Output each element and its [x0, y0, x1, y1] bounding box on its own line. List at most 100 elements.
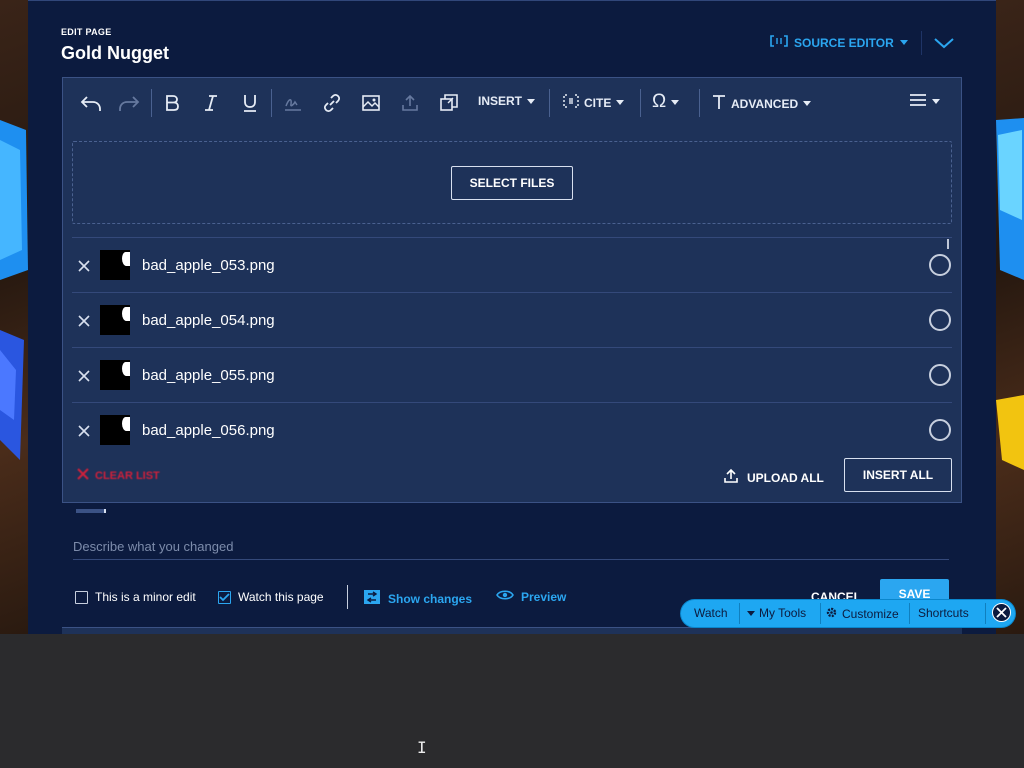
watch-page-label: Watch this page	[238, 590, 324, 604]
remove-file-icon[interactable]	[78, 259, 90, 272]
upload-icon	[723, 468, 739, 487]
image-icon[interactable]	[359, 91, 383, 115]
clear-list-label: CLEAR LIST	[95, 469, 160, 482]
gear-icon	[825, 606, 838, 622]
file-name: bad_apple_055.png	[142, 366, 275, 384]
source-brackets-icon	[770, 35, 788, 50]
file-list: bad_apple_053.png bad_apple_054.png bad_ap…	[72, 237, 952, 446]
desktop-background	[0, 634, 1024, 768]
upload-status-icon	[929, 309, 951, 331]
omega-icon: Ω	[652, 91, 667, 112]
shortcuts-button[interactable]: Shortcuts	[918, 606, 969, 620]
gallery-icon[interactable]	[437, 91, 461, 115]
file-thumbnail	[100, 250, 130, 280]
floating-toolbar-divider	[909, 603, 910, 624]
file-name: bad_apple_053.png	[142, 256, 275, 274]
collapse-chevron-icon[interactable]	[932, 33, 956, 53]
toolbar-divider	[549, 89, 550, 117]
insert-menu[interactable]: INSERT	[478, 94, 536, 108]
special-characters-menu[interactable]: Ω	[652, 91, 680, 113]
remove-file-icon[interactable]	[78, 314, 90, 327]
select-files-button[interactable]: SELECT FILES	[451, 166, 573, 200]
hidden-control-edge	[76, 509, 106, 513]
menu-icon	[909, 93, 927, 110]
chevron-down-icon	[803, 101, 812, 106]
edit-panel: EDIT PAGE Gold Nugget SOURCE EDITOR INSE…	[28, 0, 996, 636]
watch-button[interactable]: Watch	[694, 606, 728, 620]
minor-edit-checkbox[interactable]	[75, 590, 88, 604]
background-art-right	[996, 0, 1024, 634]
minor-edit-label: This is a minor edit	[95, 590, 196, 604]
link-icon[interactable]	[320, 91, 344, 115]
upload-all-label: UPLOAD ALL	[747, 470, 824, 485]
chevron-down-icon	[671, 99, 680, 105]
page-title: Gold Nugget	[61, 43, 169, 63]
edit-summary-input[interactable]	[73, 533, 949, 560]
page-options-menu[interactable]	[909, 93, 940, 110]
signature-icon[interactable]	[281, 91, 305, 115]
watch-page-checkbox[interactable]	[218, 590, 231, 604]
bold-icon[interactable]	[160, 91, 184, 115]
customize-label: Customize	[842, 607, 899, 621]
toolbar-divider	[271, 89, 272, 117]
file-name: bad_apple_056.png	[142, 421, 275, 439]
close-icon	[77, 468, 89, 483]
edit-page-eyebrow: EDIT PAGE	[61, 27, 112, 37]
upload-status-icon	[929, 364, 951, 386]
watch-label: Watch	[694, 606, 728, 620]
file-row: bad_apple_054.png	[72, 293, 952, 348]
floating-toolbar: Watch My Tools Customize Shortcuts	[681, 600, 1015, 627]
upload-all-button[interactable]: UPLOAD ALL	[723, 468, 824, 487]
italic-icon[interactable]	[199, 91, 223, 115]
preview-label: Preview	[521, 589, 567, 604]
customize-button[interactable]: Customize	[825, 606, 899, 622]
editor-toolbar: INSERT CITE Ω ADVANCED	[63, 78, 961, 128]
upload-status-icon	[929, 254, 951, 276]
upload-footer: CLEAR LIST UPLOAD ALL INSERT ALL	[63, 444, 961, 502]
chevron-down-icon	[527, 98, 536, 104]
cite-menu[interactable]: CITE	[563, 94, 625, 111]
source-editor-label: SOURCE EDITOR	[794, 35, 894, 50]
advanced-label: ADVANCED	[731, 96, 799, 111]
file-row: bad_apple_056.png	[72, 403, 952, 446]
caret-down-icon	[747, 610, 755, 616]
underline-icon[interactable]	[238, 91, 262, 115]
close-icon	[996, 607, 1007, 618]
remove-file-icon[interactable]	[78, 424, 90, 437]
chevron-down-icon	[932, 99, 940, 104]
insert-label: INSERT	[478, 94, 523, 108]
show-changes-label: Show changes	[388, 591, 473, 606]
background-art-left	[0, 0, 28, 634]
my-tools-menu[interactable]: My Tools	[747, 606, 806, 620]
remove-file-icon[interactable]	[78, 369, 90, 382]
file-thumbnail	[100, 360, 130, 390]
my-tools-label: My Tools	[759, 606, 807, 620]
header-divider	[921, 31, 922, 55]
floating-toolbar-divider	[739, 603, 740, 624]
toolbar-divider	[640, 89, 641, 117]
file-thumbnail	[100, 305, 130, 335]
chevron-down-icon	[899, 40, 908, 45]
preview-button[interactable]: Preview	[496, 589, 566, 604]
diff-icon	[363, 589, 381, 608]
upload-icon[interactable]	[398, 91, 422, 115]
minor-edit-option[interactable]: This is a minor edit	[75, 590, 196, 604]
text-cursor-icon: I	[417, 738, 427, 757]
file-row: bad_apple_055.png	[72, 348, 952, 403]
file-name: bad_apple_054.png	[142, 311, 275, 329]
file-dropzone[interactable]: SELECT FILES	[72, 141, 952, 224]
file-row: bad_apple_053.png	[72, 238, 952, 293]
close-toolbar-button[interactable]	[992, 603, 1011, 622]
insert-all-button[interactable]: INSERT ALL	[844, 458, 952, 492]
watch-page-option[interactable]: Watch this page	[218, 590, 324, 604]
advanced-menu[interactable]: ADVANCED	[712, 94, 812, 113]
floating-toolbar-divider	[820, 603, 821, 624]
undo-icon[interactable]	[79, 91, 103, 115]
toolbar-divider	[151, 89, 152, 117]
clear-list-button[interactable]: CLEAR LIST	[77, 468, 160, 483]
redo-icon[interactable]	[117, 91, 141, 115]
floating-toolbar-divider	[985, 603, 986, 624]
source-editor-toggle[interactable]: SOURCE EDITOR	[770, 35, 908, 50]
upload-status-icon	[929, 419, 951, 441]
show-changes-button[interactable]: Show changes	[363, 589, 472, 608]
